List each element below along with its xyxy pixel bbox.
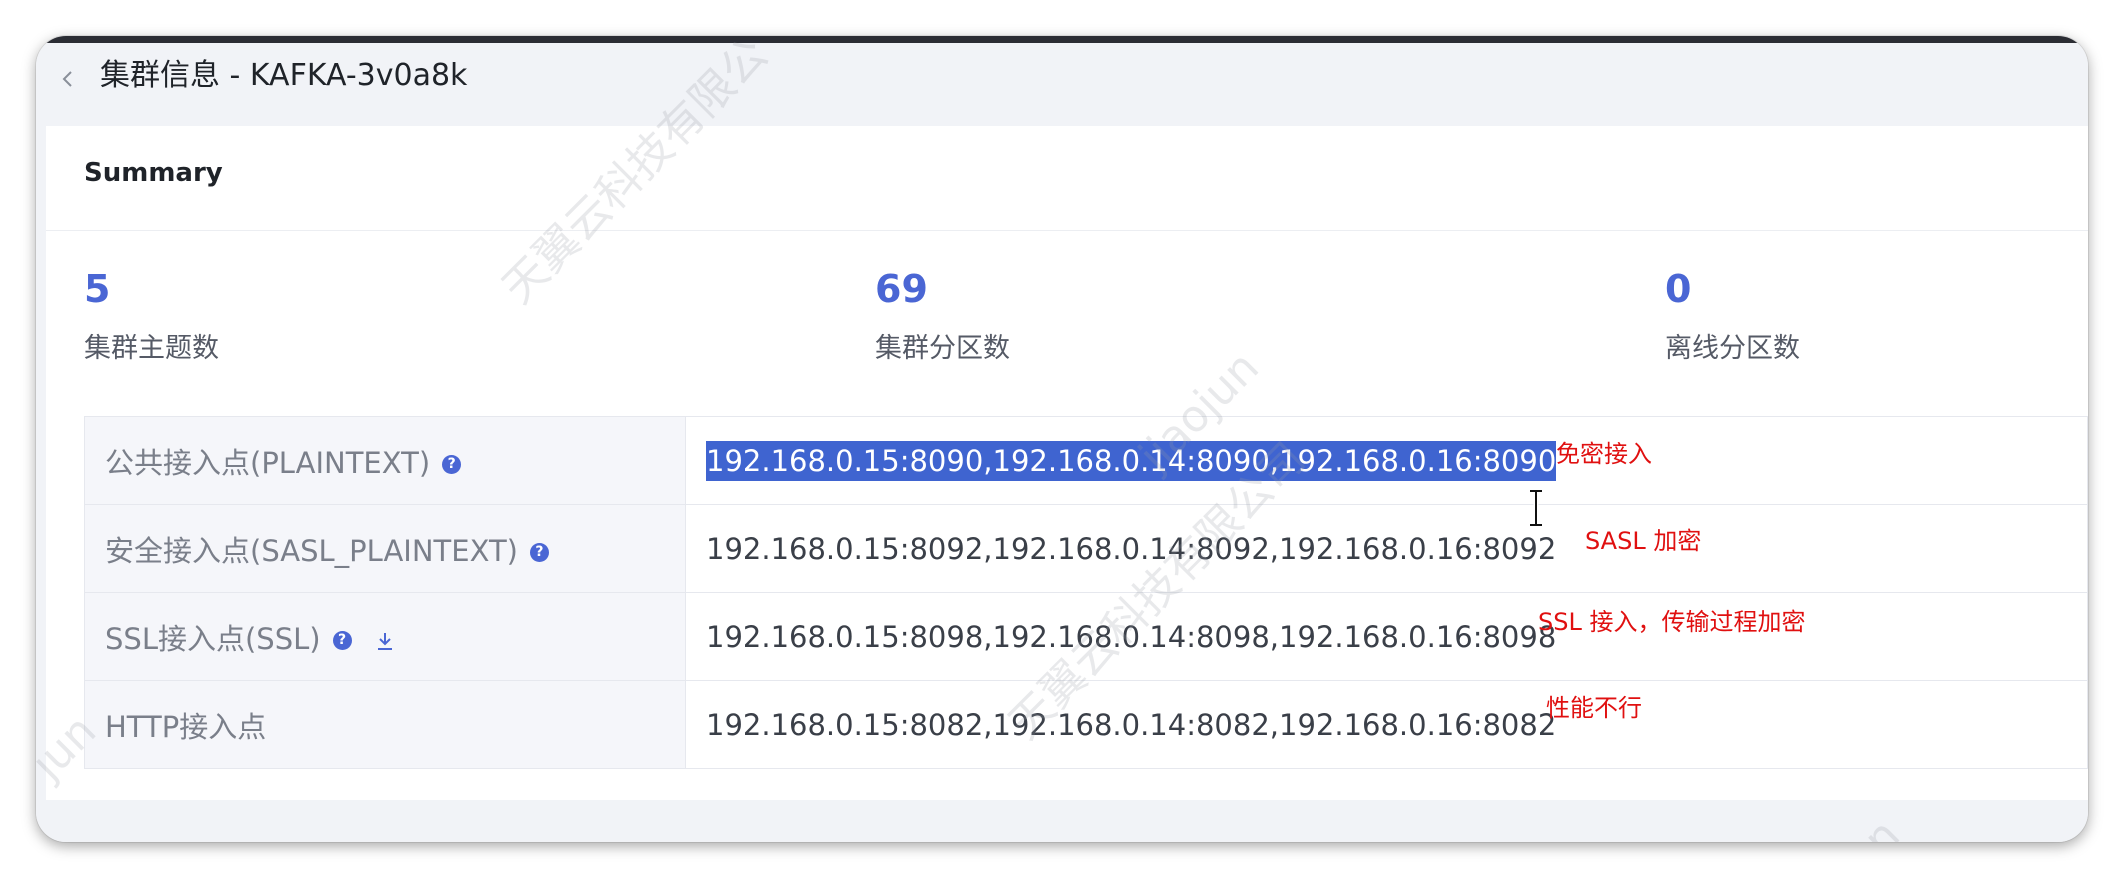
stat-value: 69	[875, 267, 928, 311]
stat-label: 集群主题数	[84, 333, 219, 364]
text-cursor-icon	[1530, 488, 1542, 528]
endpoint-row-sasl: 安全接入点(SASL_PLAINTEXT)? 192.168.0.15:8092…	[84, 504, 2088, 593]
endpoint-address-cell[interactable]: 192.168.0.15:8092,192.168.0.14:8092,192.…	[685, 504, 2088, 593]
annotation-note: SSL 接入，传输过程加密	[1538, 608, 1806, 636]
stat-label: 离线分区数	[1665, 333, 1800, 364]
app-window: 集群信息 - KAFKA-3v0a8k Summary 5 集群主题数 69 集…	[36, 36, 2088, 842]
endpoint-address[interactable]: 192.168.0.15:8092,192.168.0.14:8092,192.…	[706, 532, 1556, 566]
help-icon[interactable]: ?	[529, 543, 549, 562]
endpoint-address[interactable]: 192.168.0.15:8098,192.168.0.14:8098,192.…	[706, 620, 1556, 654]
stat-label: 集群分区数	[875, 333, 1010, 364]
endpoint-address[interactable]: 192.168.0.15:8090,192.168.0.14:8090,192.…	[706, 440, 1557, 481]
help-icon[interactable]: ?	[442, 455, 462, 474]
endpoint-label: 公共接入点(PLAINTEXT)	[105, 445, 431, 480]
endpoint-table: 公共接入点(PLAINTEXT)? 192.168.0.15:8090,192.…	[84, 416, 2088, 769]
endpoint-address-cell[interactable]: 192.168.0.15:8090,192.168.0.14:8090,192.…	[685, 416, 2088, 505]
summary-card: Summary 5 集群主题数 69 集群分区数 0 离线分区数 公共接入点(P…	[46, 126, 2088, 800]
endpoint-label: SSL接入点(SSL)	[105, 621, 321, 656]
endpoint-label: 安全接入点(SASL_PLAINTEXT)	[105, 533, 518, 568]
stat-partition-count: 69 集群分区数	[875, 266, 1010, 365]
endpoint-label: HTTP接入点	[105, 709, 267, 744]
endpoint-label-cell: 公共接入点(PLAINTEXT)?	[84, 416, 686, 505]
stat-topic-count: 5 集群主题数	[84, 266, 219, 365]
endpoint-label-cell: HTTP接入点	[84, 680, 686, 769]
annotation-note: 性能不行	[1546, 694, 1642, 722]
summary-title: Summary	[84, 158, 223, 188]
stat-value: 5	[84, 267, 111, 311]
stat-offline-partition-count: 0 离线分区数	[1665, 266, 1800, 365]
endpoint-row-http: HTTP接入点 192.168.0.15:8082,192.168.0.14:8…	[84, 680, 2088, 769]
annotation-note: SASL 加密	[1585, 527, 1702, 555]
endpoint-label-cell: SSL接入点(SSL)?	[84, 592, 686, 681]
endpoint-label-cell: 安全接入点(SASL_PLAINTEXT)?	[84, 504, 686, 593]
chevron-left-icon[interactable]	[52, 63, 84, 95]
page-title: 集群信息 - KAFKA-3v0a8k	[100, 58, 468, 93]
window-top-bar	[36, 36, 2088, 43]
help-icon[interactable]: ?	[332, 631, 352, 650]
endpoint-row-plaintext: 公共接入点(PLAINTEXT)? 192.168.0.15:8090,192.…	[84, 416, 2088, 505]
endpoint-address-cell[interactable]: 192.168.0.15:8098,192.168.0.14:8098,192.…	[685, 592, 2088, 681]
page-bottom-area	[36, 800, 2088, 842]
annotation-note: 免密接入	[1556, 440, 1652, 468]
endpoint-address-cell[interactable]: 192.168.0.15:8082,192.168.0.14:8082,192.…	[685, 680, 2088, 769]
endpoint-address[interactable]: 192.168.0.15:8082,192.168.0.14:8082,192.…	[706, 708, 1556, 742]
summary-card-header: Summary	[46, 126, 2088, 231]
stat-value: 0	[1665, 267, 1692, 311]
download-icon[interactable]	[375, 630, 395, 652]
